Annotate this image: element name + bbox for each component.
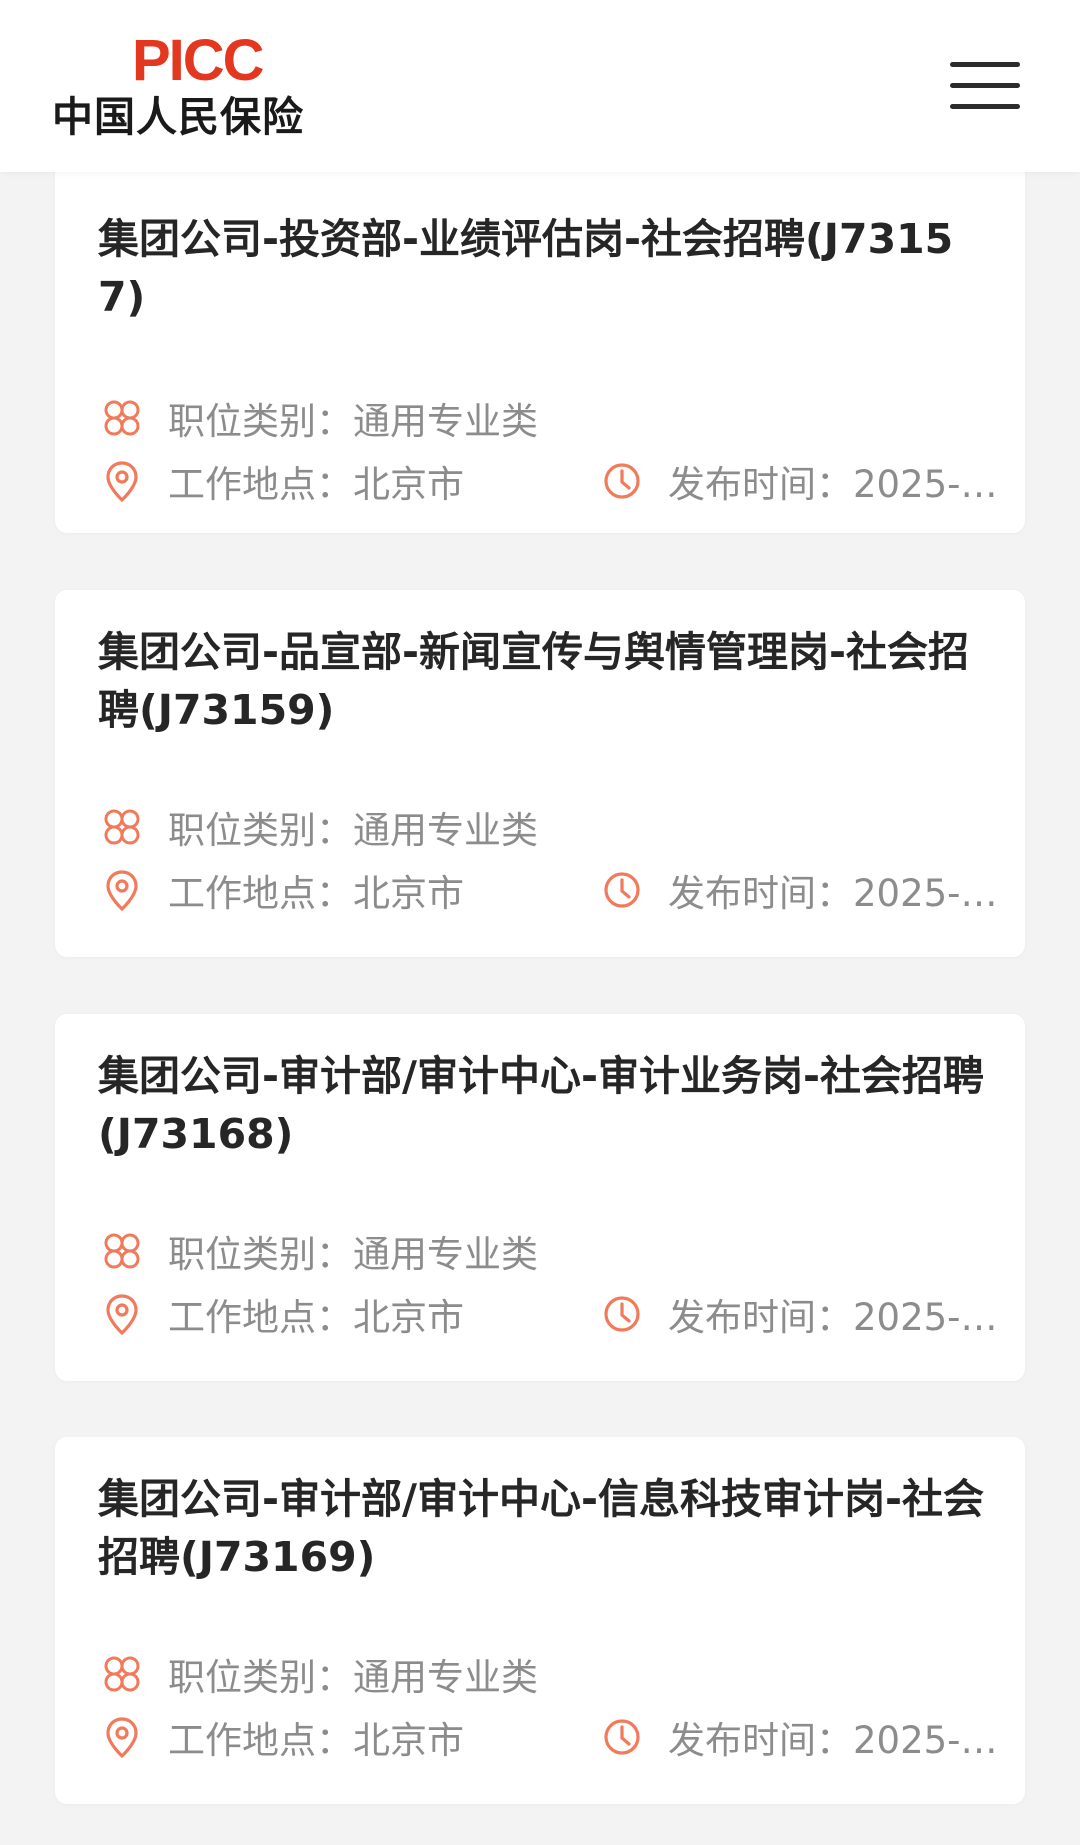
job-published: 发布时间：2025-…	[600, 456, 998, 506]
job-category: 职位类别：通用专业类	[168, 400, 538, 443]
job-location: 工作地点：北京市	[100, 1710, 464, 1764]
location-pin-icon	[106, 870, 138, 912]
job-published-text: 发布时间：2025-…	[668, 463, 998, 506]
site-header: PICC 中国人民保险	[0, 0, 1080, 172]
job-published-text: 发布时间：2025-…	[668, 872, 998, 915]
location-pin-icon	[106, 1294, 138, 1336]
menu-bar-top	[950, 62, 1020, 67]
menu-bar-bottom	[950, 104, 1020, 109]
job-location-text: 工作地点：北京市	[168, 1719, 464, 1762]
four-petal-category-icon	[104, 1656, 140, 1692]
job-card[interactable]: 集团公司-投资部-业绩评估岗-社会招聘(J73157) 职位类别：通用专业类 工…	[55, 125, 1025, 533]
job-location: 工作地点：北京市	[100, 454, 464, 508]
job-location-text: 工作地点：北京市	[168, 1296, 464, 1339]
job-category: 职位类别：通用专业类	[168, 1656, 538, 1699]
four-petal-category-icon	[104, 400, 140, 436]
job-published-text: 发布时间：2025-…	[668, 1296, 998, 1339]
job-location-date-row: 工作地点：北京市 发布时间：2025-…	[100, 1712, 1000, 1762]
job-category-row: 职位类别：通用专业类	[100, 393, 538, 443]
job-published: 发布时间：2025-…	[600, 865, 998, 915]
picc-logo[interactable]: PICC 中国人民保险	[50, 28, 350, 142]
clock-icon	[604, 463, 640, 499]
location-pin-icon	[106, 461, 138, 503]
job-published-text: 发布时间：2025-…	[668, 1719, 998, 1762]
job-category-row: 职位类别：通用专业类	[100, 1649, 538, 1699]
clock-icon	[604, 1296, 640, 1332]
job-title[interactable]: 集团公司-审计部/审计中心-审计业务岗-社会招聘(J73168)	[98, 1047, 998, 1163]
job-category: 职位类别：通用专业类	[168, 1233, 538, 1276]
job-location-date-row: 工作地点：北京市 发布时间：2025-…	[100, 865, 1000, 915]
job-title[interactable]: 集团公司-品宣部-新闻宣传与舆情管理岗-社会招聘(J73159)	[98, 623, 998, 739]
four-petal-category-icon	[104, 809, 140, 845]
job-location: 工作地点：北京市	[100, 1287, 464, 1341]
job-location: 工作地点：北京市	[100, 863, 464, 917]
job-category: 职位类别：通用专业类	[168, 809, 538, 852]
job-category-row: 职位类别：通用专业类	[100, 802, 538, 852]
job-title[interactable]: 集团公司-审计部/审计中心-信息科技审计岗-社会招聘(J73169)	[98, 1470, 998, 1586]
job-location-text: 工作地点：北京市	[168, 872, 464, 915]
hamburger-menu-icon[interactable]	[950, 56, 1026, 116]
job-location-text: 工作地点：北京市	[168, 463, 464, 506]
job-category-row: 职位类别：通用专业类	[100, 1226, 538, 1276]
clock-icon	[604, 1719, 640, 1755]
clock-icon	[604, 872, 640, 908]
menu-bar-middle	[950, 83, 1020, 88]
job-location-date-row: 工作地点：北京市 发布时间：2025-…	[100, 456, 1000, 506]
location-pin-icon	[106, 1717, 138, 1759]
logo-company-name: 中国人民保险	[52, 93, 304, 141]
job-published: 发布时间：2025-…	[600, 1289, 998, 1339]
job-published: 发布时间：2025-…	[600, 1712, 998, 1762]
job-card[interactable]: 集团公司-审计部/审计中心-审计业务岗-社会招聘(J73168) 职位类别：通用…	[55, 1014, 1025, 1381]
logo-brand-text: PICC	[132, 28, 265, 93]
job-title[interactable]: 集团公司-投资部-业绩评估岗-社会招聘(J73157)	[98, 210, 998, 326]
job-location-date-row: 工作地点：北京市 发布时间：2025-…	[100, 1289, 1000, 1339]
job-card[interactable]: 集团公司-审计部/审计中心-信息科技审计岗-社会招聘(J73169) 职位类别：…	[55, 1437, 1025, 1804]
job-card[interactable]: 集团公司-品宣部-新闻宣传与舆情管理岗-社会招聘(J73159) 职位类别：通用…	[55, 590, 1025, 957]
four-petal-category-icon	[104, 1233, 140, 1269]
